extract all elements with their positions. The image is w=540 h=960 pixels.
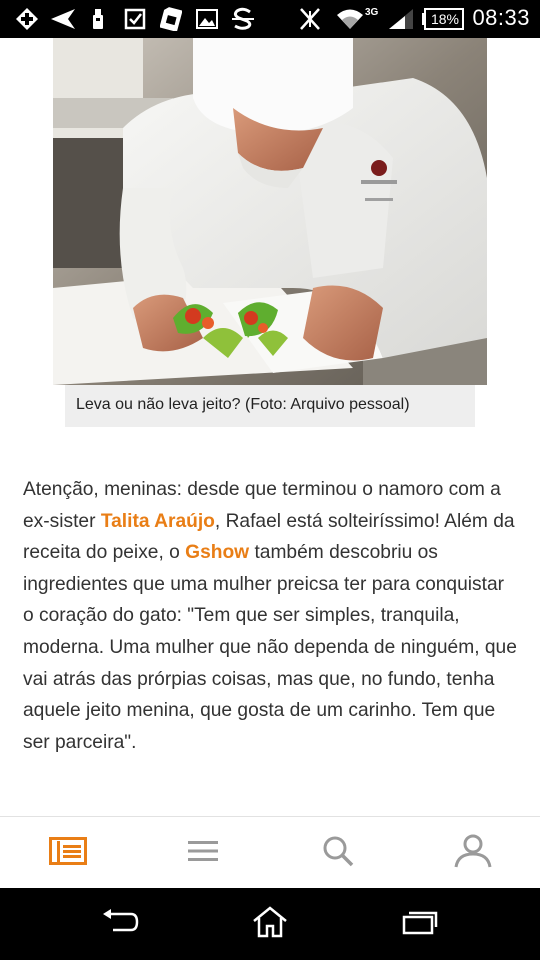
menu-icon xyxy=(187,839,219,868)
tab-profile[interactable] xyxy=(405,817,540,889)
wifi-icon xyxy=(336,7,364,31)
photo-caption: Leva ou não leva jeito? (Foto: Arquivo p… xyxy=(76,396,410,413)
back-icon xyxy=(101,908,139,940)
paragraph-text: também descobriu os ingredientes que uma… xyxy=(23,542,517,753)
tab-search[interactable] xyxy=(270,817,405,889)
tab-news[interactable] xyxy=(0,817,135,889)
signal-icon xyxy=(386,7,416,31)
gshow-link[interactable]: Gshow xyxy=(185,542,249,563)
search-icon xyxy=(322,835,354,872)
status-bar: 3G 18% 08:33 xyxy=(0,0,540,38)
recent-apps-icon xyxy=(402,909,438,940)
article-paragraph: Atenção, meninas: desde que terminou o n… xyxy=(23,474,520,758)
mute-icon xyxy=(296,7,324,31)
talita-araujo-link[interactable]: Talita Araújo xyxy=(101,511,215,532)
image-icon xyxy=(194,7,220,31)
usb-icon xyxy=(88,7,108,31)
photo-caption-box: Leva ou não leva jeito? (Foto: Arquivo p… xyxy=(65,385,475,427)
sim-card-icon xyxy=(158,7,184,31)
checkbox-icon xyxy=(122,7,148,31)
system-nav-bar xyxy=(0,888,540,960)
chef-plating-photo[interactable] xyxy=(53,38,487,385)
news-icon xyxy=(48,836,87,870)
battery-icon: 18% xyxy=(422,7,464,31)
network-type: 3G xyxy=(365,7,379,18)
add-box-icon xyxy=(14,7,40,31)
bottom-tab-bar xyxy=(0,816,540,888)
send-icon xyxy=(48,7,78,31)
recent-apps-button[interactable] xyxy=(330,888,510,960)
article-content: Leva ou não leva jeito? (Foto: Arquivo p… xyxy=(0,38,540,816)
profile-icon xyxy=(454,834,492,873)
battery-percent: 18% xyxy=(430,11,460,27)
clock: 08:33 xyxy=(472,5,530,30)
tab-menu[interactable] xyxy=(135,817,270,889)
s-app-icon xyxy=(230,7,256,31)
home-icon xyxy=(252,905,288,943)
